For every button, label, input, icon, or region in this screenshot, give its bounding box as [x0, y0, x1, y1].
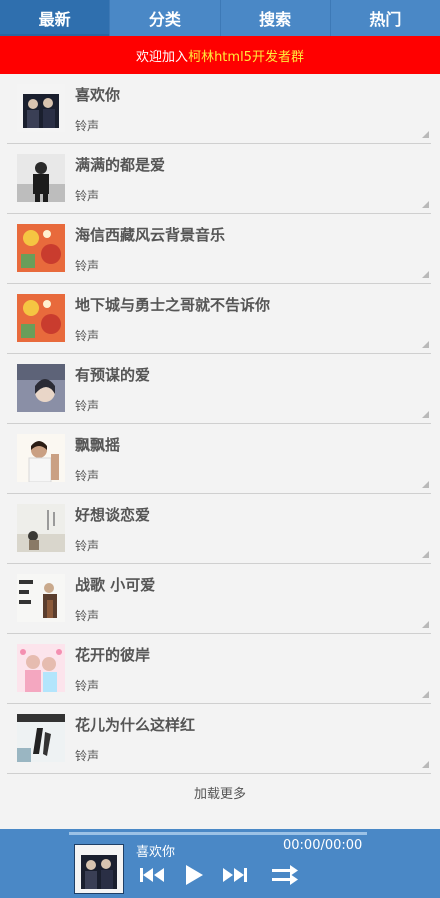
list-corner-icon [422, 551, 429, 558]
top-tab-bar: 最新 分类 搜索 热门 [0, 0, 440, 36]
list-corner-icon [422, 271, 429, 278]
list-corner-icon [422, 411, 429, 418]
next-icon [223, 868, 247, 882]
album-cover [17, 224, 65, 272]
previous-button[interactable] [140, 867, 166, 887]
song-item[interactable]: 花开的彼岸 铃声 [7, 634, 431, 704]
list-corner-icon [422, 481, 429, 488]
song-subtitle: 铃声 [75, 329, 100, 343]
song-list: 喜欢你 铃声 满满的都是爱 铃声 海信西藏风云背景音乐 铃声 地下城与勇士之哥就… [7, 74, 431, 774]
song-title: 飘飘摇 [75, 436, 121, 454]
playback-time: 00:00/00:00 [283, 838, 363, 853]
album-cover [17, 574, 65, 622]
song-title: 海信西藏风云背景音乐 [75, 226, 226, 244]
tab-latest[interactable]: 最新 [0, 0, 111, 36]
play-icon [186, 865, 203, 885]
banner-text: 欢迎加入 [136, 49, 189, 65]
playback-progress-bar[interactable] [69, 832, 367, 835]
repeat-icon [272, 865, 298, 885]
list-corner-icon [422, 201, 429, 208]
song-item[interactable]: 飘飘摇 铃声 [7, 424, 431, 494]
song-title: 满满的都是爱 [75, 156, 166, 174]
song-title: 花开的彼岸 [75, 646, 151, 664]
album-cover [17, 154, 65, 202]
now-playing-cover [74, 844, 124, 894]
list-corner-icon [422, 131, 429, 138]
tab-categories[interactable]: 分类 [110, 0, 221, 36]
song-subtitle: 铃声 [75, 189, 100, 203]
tab-search[interactable]: 搜索 [221, 0, 331, 36]
song-subtitle: 铃声 [75, 609, 100, 623]
load-more-button[interactable]: 加载更多 [0, 783, 440, 802]
album-cover [17, 434, 65, 482]
welcome-banner: 欢迎加入 柯林html5开发者群 [0, 36, 440, 74]
song-item[interactable]: 满满的都是爱 铃声 [7, 144, 431, 214]
banner-group-link[interactable]: 柯林html5开发者群 [188, 46, 304, 65]
song-subtitle: 铃声 [75, 119, 100, 133]
list-corner-icon [422, 341, 429, 348]
song-item[interactable]: 有预谋的爱 铃声 [7, 354, 431, 424]
album-cover [17, 364, 65, 412]
song-subtitle: 铃声 [75, 259, 100, 273]
next-button[interactable] [222, 867, 248, 887]
album-cover [17, 504, 65, 552]
tab-hot[interactable]: 热门 [331, 0, 440, 36]
song-subtitle: 铃声 [75, 679, 100, 693]
song-title: 喜欢你 [75, 86, 121, 104]
list-corner-icon [422, 761, 429, 768]
song-subtitle: 铃声 [75, 749, 100, 763]
song-item[interactable]: 花儿为什么这样红 铃声 [7, 704, 431, 774]
song-subtitle: 铃声 [75, 469, 100, 483]
list-corner-icon [422, 621, 429, 628]
music-player-bar: 喜欢你 00:00/00:00 [0, 829, 440, 898]
album-cover [17, 84, 65, 132]
now-playing-title: 喜欢你 [136, 845, 176, 860]
song-title: 战歌 小可爱 [75, 576, 156, 594]
album-cover [17, 644, 65, 692]
song-subtitle: 铃声 [75, 399, 100, 413]
album-cover [17, 294, 65, 342]
song-title: 地下城与勇士之哥就不告诉你 [75, 296, 271, 314]
repeat-button[interactable] [271, 865, 299, 889]
previous-icon [140, 868, 164, 882]
song-item[interactable]: 喜欢你 铃声 [7, 74, 431, 144]
song-title: 好想谈恋爱 [75, 506, 151, 524]
album-cover [17, 714, 65, 762]
song-item[interactable]: 好想谈恋爱 铃声 [7, 494, 431, 564]
song-item[interactable]: 海信西藏风云背景音乐 铃声 [7, 214, 431, 284]
list-corner-icon [422, 691, 429, 698]
song-title: 有预谋的爱 [75, 366, 151, 384]
song-item[interactable]: 地下城与勇士之哥就不告诉你 铃声 [7, 284, 431, 354]
song-subtitle: 铃声 [75, 539, 100, 553]
song-title: 花儿为什么这样红 [75, 716, 196, 734]
song-item[interactable]: 战歌 小可爱 铃声 [7, 564, 431, 634]
play-button[interactable] [184, 864, 204, 890]
